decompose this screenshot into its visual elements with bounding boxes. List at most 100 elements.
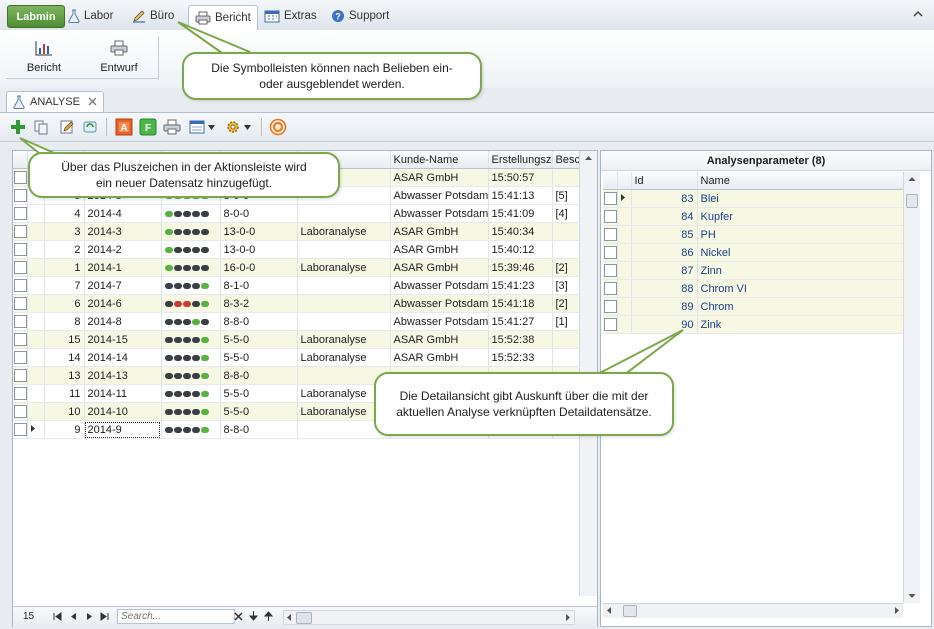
row-checkbox[interactable] bbox=[604, 192, 616, 205]
cell-status[interactable]: 13-0-0 bbox=[220, 222, 298, 241]
row-checkbox[interactable] bbox=[14, 171, 26, 184]
cell-status-dots[interactable] bbox=[161, 240, 221, 259]
cell-parameter-id[interactable]: 84 bbox=[631, 207, 698, 226]
cell-id[interactable]: 3 bbox=[44, 222, 85, 241]
cell-description[interactable] bbox=[552, 348, 580, 367]
entwurf-button[interactable]: Entwurf bbox=[84, 34, 154, 74]
detail-row[interactable]: 90 Zink bbox=[603, 315, 904, 334]
cell-created-time[interactable]: 15:52:33 bbox=[488, 348, 553, 367]
filter-a-button[interactable]: A bbox=[114, 117, 134, 137]
cell-analysis-number[interactable]: 2014-14 bbox=[84, 348, 162, 367]
cell-type[interactable]: Laboranalyse bbox=[297, 222, 391, 241]
cell-customer[interactable]: Abwasser Potsdam bbox=[390, 276, 489, 295]
cell-status[interactable]: 8-8-0 bbox=[220, 366, 298, 385]
cell-parameter-name[interactable]: Nickel bbox=[697, 243, 904, 262]
cell-created-time[interactable]: 15:52:38 bbox=[488, 330, 553, 349]
row-checkbox[interactable] bbox=[14, 279, 26, 292]
cell-customer[interactable]: Abwasser Potsdam bbox=[390, 312, 489, 331]
row-checkbox[interactable] bbox=[604, 246, 616, 259]
cell-status[interactable]: 8-8-0 bbox=[220, 312, 298, 331]
cell-customer[interactable]: Abwasser Potsdam bbox=[390, 186, 489, 205]
row-checkbox[interactable] bbox=[14, 369, 26, 382]
cell-parameter-name[interactable]: PH bbox=[697, 225, 904, 244]
copy-record-button[interactable] bbox=[31, 117, 51, 137]
cell-status-dots[interactable] bbox=[161, 330, 221, 349]
cell-parameter-id[interactable]: 89 bbox=[631, 297, 698, 316]
cell-created-time[interactable]: 15:39:46 bbox=[488, 258, 553, 277]
detail-horizontal-scrollbar[interactable] bbox=[603, 603, 903, 618]
cell-parameter-id[interactable]: 86 bbox=[631, 243, 698, 262]
scroll-up-arrow-icon[interactable] bbox=[580, 151, 597, 165]
cell-status-dots[interactable] bbox=[161, 204, 221, 223]
cell-id[interactable]: 9 bbox=[44, 420, 85, 439]
cell-type[interactable] bbox=[297, 294, 391, 313]
cell-type[interactable] bbox=[297, 276, 391, 295]
cell-created-time[interactable]: 15:41:27 bbox=[488, 312, 553, 331]
row-checkbox[interactable] bbox=[604, 210, 616, 223]
cell-analysis-number[interactable]: 2014-11 bbox=[84, 384, 162, 403]
detail-vertical-scrollbar[interactable] bbox=[903, 172, 920, 603]
horizontal-scroll-thumb[interactable] bbox=[623, 605, 637, 617]
cell-id[interactable]: 10 bbox=[44, 402, 85, 421]
table-row[interactable]: 4 2014-4 8-0-0 Abwasser Potsdam 15:41:09 [4] bbox=[13, 204, 580, 223]
table-row[interactable]: 6 2014-6 8-3-2 Abwasser Potsdam 15:41:18 [2] bbox=[13, 294, 580, 313]
cell-type[interactable]: Laboranalyse bbox=[297, 330, 391, 349]
cell-status[interactable]: 13-0-0 bbox=[220, 240, 298, 259]
detail-row[interactable]: 88 Chrom VI bbox=[603, 279, 904, 298]
column-header-name[interactable]: Name bbox=[697, 172, 904, 190]
cell-analysis-number[interactable]: 2014-1 bbox=[84, 258, 162, 277]
horizontal-scroll-thumb[interactable] bbox=[296, 612, 312, 624]
cell-parameter-name[interactable]: Kupfer bbox=[697, 207, 904, 226]
cell-id[interactable]: 8 bbox=[44, 312, 85, 331]
previous-record-icon[interactable] bbox=[69, 612, 78, 621]
cell-customer[interactable]: Abwasser Potsdam bbox=[390, 204, 489, 223]
cell-customer[interactable]: ASAR GmbH bbox=[390, 222, 489, 241]
row-checkbox[interactable] bbox=[604, 300, 616, 313]
cell-created-time[interactable]: 15:40:12 bbox=[488, 240, 553, 259]
detail-row[interactable]: 89 Chrom bbox=[603, 297, 904, 316]
cell-id[interactable]: 15 bbox=[44, 330, 85, 349]
cell-created-time[interactable]: 15:41:23 bbox=[488, 276, 553, 295]
column-header-id[interactable]: Id bbox=[631, 172, 698, 190]
cell-status[interactable]: 16-0-0 bbox=[220, 258, 298, 277]
row-checkbox[interactable] bbox=[604, 264, 616, 277]
close-tab-button[interactable] bbox=[88, 95, 97, 109]
print-button[interactable] bbox=[162, 117, 182, 137]
cell-description[interactable] bbox=[552, 240, 580, 259]
cell-status-dots[interactable] bbox=[161, 384, 221, 403]
cell-parameter-name[interactable]: Zink bbox=[697, 315, 904, 334]
last-record-icon[interactable] bbox=[100, 612, 109, 621]
cell-created-time[interactable]: 15:50:57 bbox=[488, 168, 553, 187]
scroll-down-arrow-icon[interactable] bbox=[904, 589, 920, 603]
cell-description[interactable] bbox=[552, 222, 580, 241]
table-row[interactable]: 2 2014-2 13-0-0 ASAR GmbH 15:40:12 bbox=[13, 240, 580, 259]
cell-parameter-name[interactable]: Chrom bbox=[697, 297, 904, 316]
tab-extras[interactable]: Extras bbox=[264, 6, 317, 26]
cell-customer[interactable]: ASAR GmbH bbox=[390, 348, 489, 367]
cell-parameter-id[interactable]: 88 bbox=[631, 279, 698, 298]
cell-analysis-number[interactable]: 2014-10 bbox=[84, 402, 162, 421]
tab-support[interactable]: ? Support bbox=[331, 6, 389, 26]
cell-analysis-number[interactable]: 2014-8 bbox=[84, 312, 162, 331]
app-menu-button[interactable]: Labmin bbox=[7, 5, 65, 28]
cell-id[interactable]: 1 bbox=[44, 258, 85, 277]
cell-parameter-id[interactable]: 90 bbox=[631, 315, 698, 334]
cell-parameter-name[interactable]: Chrom VI bbox=[697, 279, 904, 298]
row-checkbox[interactable] bbox=[14, 423, 26, 436]
cell-status[interactable]: 8-0-0 bbox=[220, 204, 298, 223]
edit-record-button[interactable] bbox=[57, 117, 77, 137]
tab-labor[interactable]: Labor bbox=[68, 6, 113, 26]
detail-row[interactable]: 83 Blei bbox=[603, 189, 904, 208]
cell-type[interactable]: Laboranalyse bbox=[297, 348, 391, 367]
search-input[interactable] bbox=[117, 609, 235, 624]
cell-status[interactable]: 5-5-0 bbox=[220, 330, 298, 349]
cell-type[interactable] bbox=[297, 312, 391, 331]
row-checkbox[interactable] bbox=[14, 387, 26, 400]
cell-created-time[interactable]: 15:40:34 bbox=[488, 222, 553, 241]
column-header-kunde-name[interactable]: Kunde-Name bbox=[390, 151, 489, 169]
cell-parameter-name[interactable]: Blei bbox=[697, 189, 904, 208]
cell-analysis-number[interactable]: 2014-15 bbox=[84, 330, 162, 349]
bericht-button[interactable]: Bericht bbox=[9, 34, 79, 74]
table-row[interactable]: 3 2014-3 13-0-0 Laboranalyse ASAR GmbH 15:40:… bbox=[13, 222, 580, 241]
clear-filter-icon[interactable] bbox=[234, 612, 243, 621]
